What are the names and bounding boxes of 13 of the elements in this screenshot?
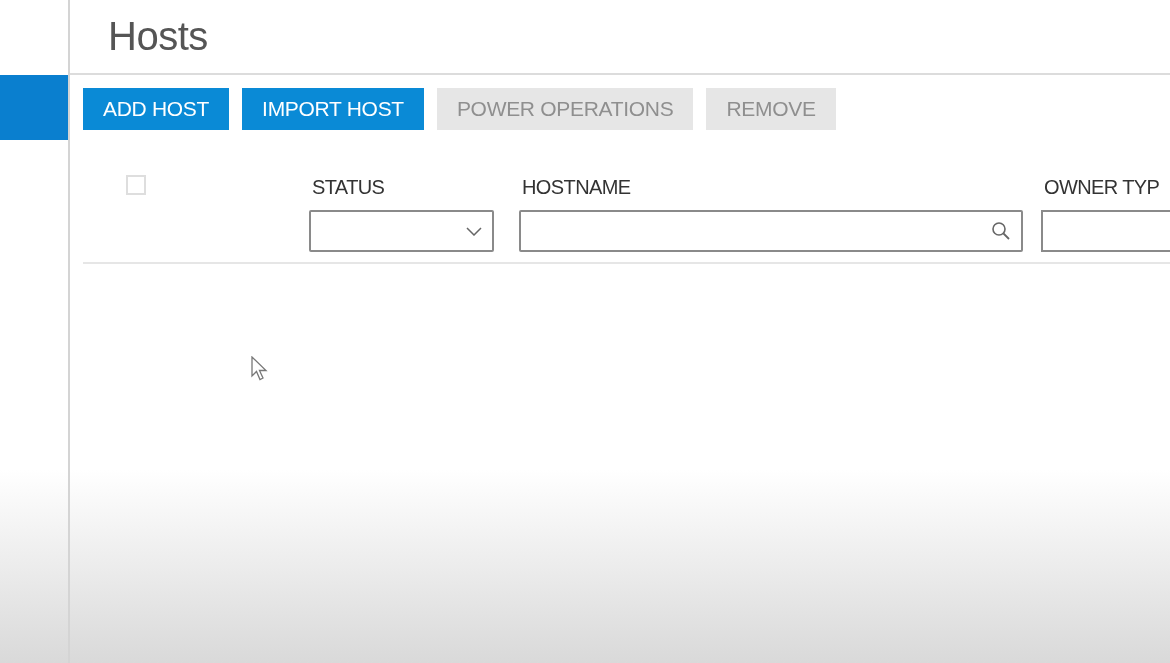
column-header: STATUS [311, 175, 386, 200]
column-header: HOSTNAME [521, 175, 632, 200]
page-title: Hosts [108, 14, 208, 59]
chevron-down-icon [466, 226, 482, 236]
filter-field[interactable] [1041, 210, 1170, 252]
search-icon [991, 221, 1011, 241]
column-header: OWNER TYP [1043, 175, 1161, 200]
toolbar-button[interactable]: ADD HOST [83, 88, 230, 130]
search-field[interactable] [519, 210, 1023, 252]
toolbar-button[interactable]: IMPORT HOST [242, 88, 424, 130]
status-dropdown[interactable] [309, 210, 494, 252]
cursor-icon [251, 356, 269, 381]
select-all-checkbox[interactable] [126, 175, 146, 195]
